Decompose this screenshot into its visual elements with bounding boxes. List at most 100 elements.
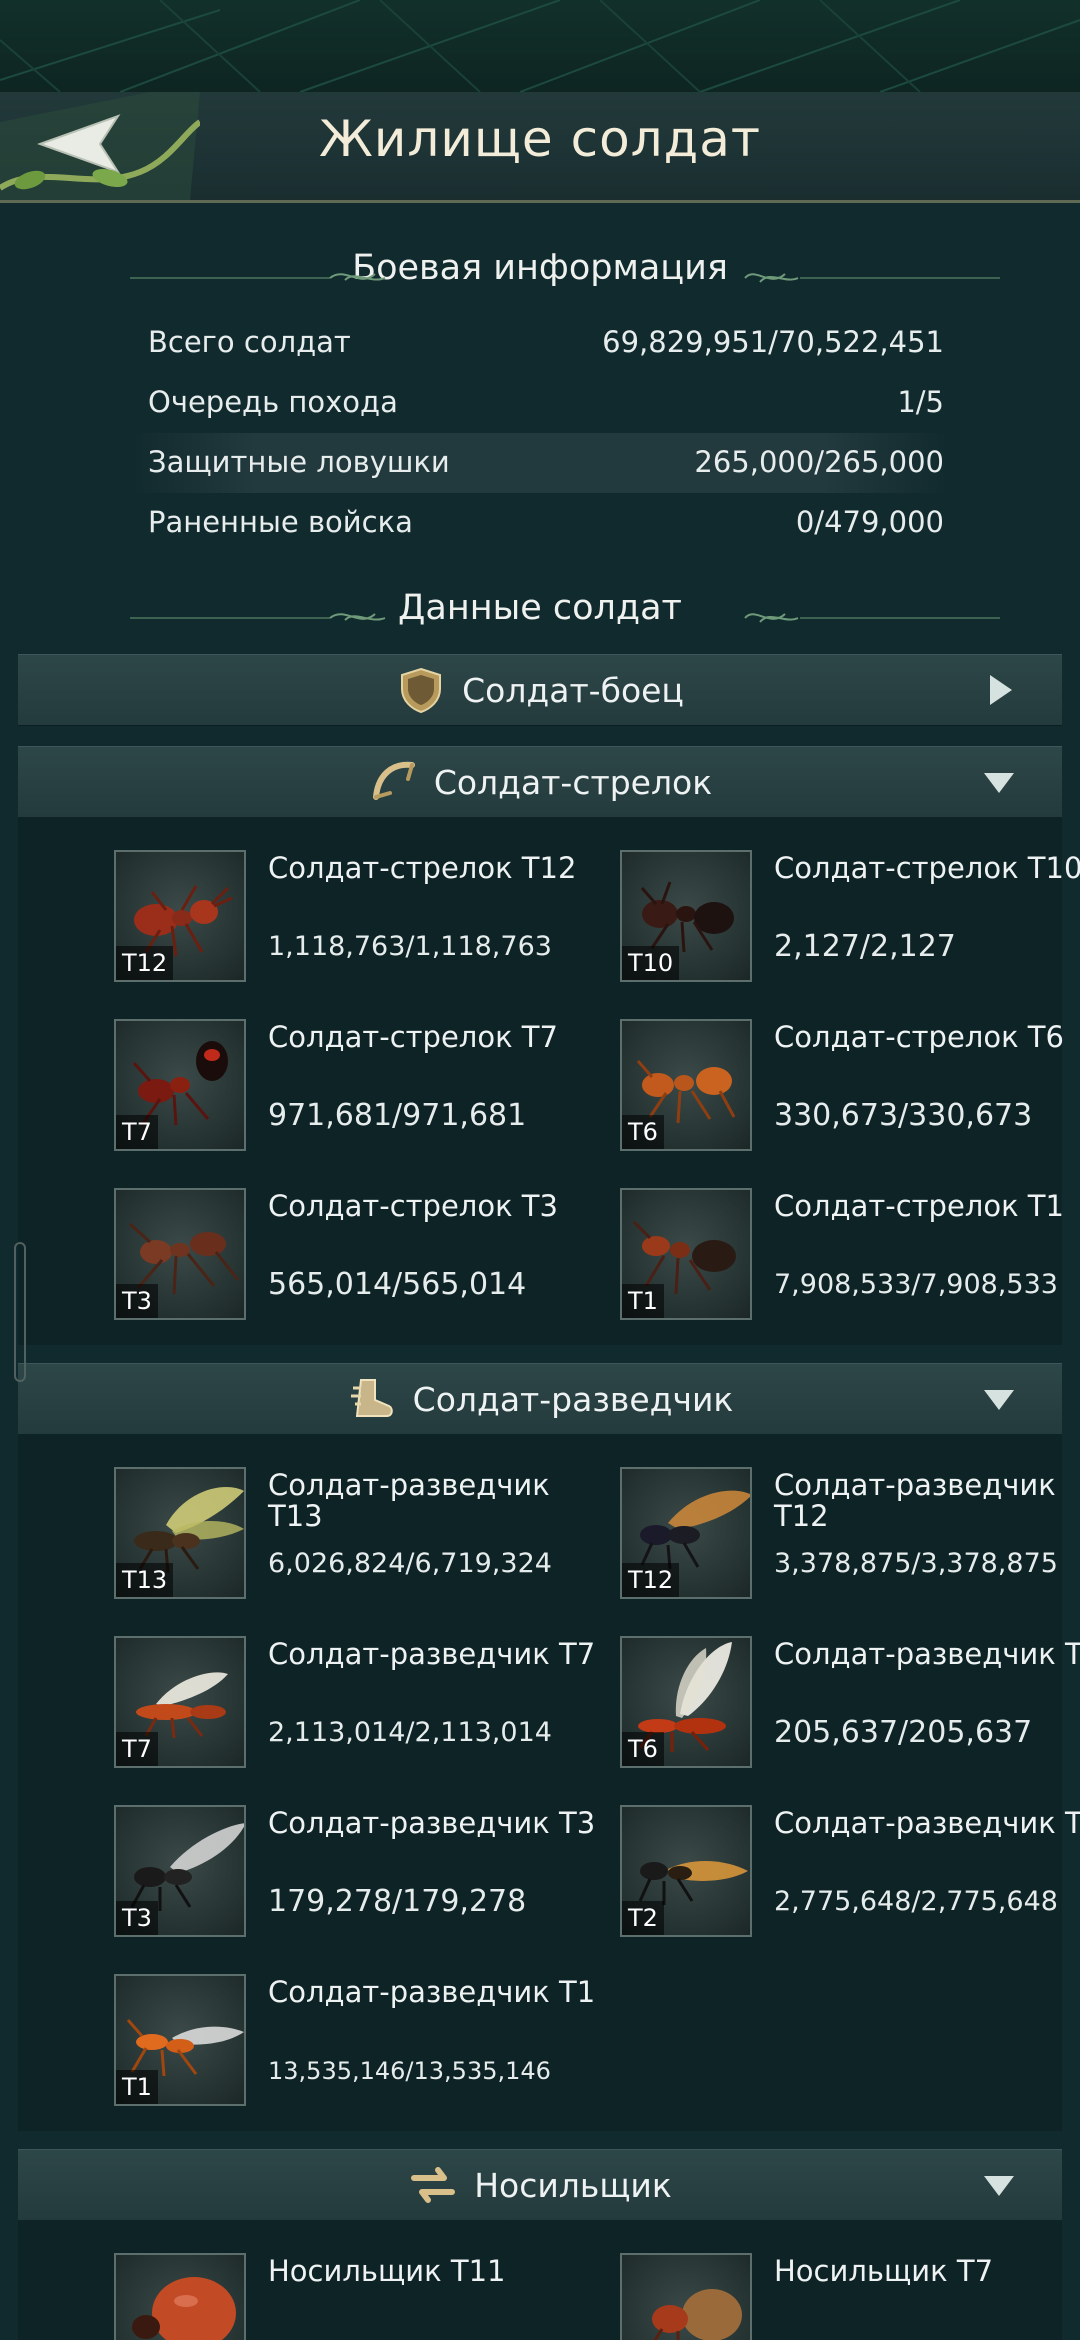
unit-icon-shooter-t7[interactable]: T7: [114, 1019, 246, 1151]
main-content: Боевая информация Всего солдат 69,829,95…: [0, 203, 1080, 2340]
combat-info-heading: Боевая информация: [0, 248, 1080, 288]
info-value: 1/5: [897, 385, 944, 419]
unit-name: Солдат-стрелок T10: [774, 851, 1080, 885]
category-label: Солдат-разведчик: [412, 1379, 734, 1419]
unit-name: Солдат-стрелок T12: [268, 851, 577, 885]
unit-name: Солдат-разведчик T6: [774, 1637, 1080, 1671]
unit-icon-scout-t7[interactable]: T7: [114, 1636, 246, 1768]
unit-name: Носильщик T7: [774, 2254, 994, 2288]
soldier-data-heading: Данные солдат: [0, 588, 1080, 628]
category-bar-fighter[interactable]: Солдат-боец: [18, 654, 1062, 726]
category-bar-shooter[interactable]: Солдат-стрелок: [18, 746, 1062, 818]
unit-count: 2,127/2,127: [774, 929, 956, 964]
shooter-units-panel: T12 Солдат-стрелок T12 1,118,763/1,118,7…: [18, 817, 1080, 1345]
unit-count: 330,673/330,673: [774, 1098, 1033, 1133]
unit-icon-scout-t3[interactable]: T3: [114, 1805, 246, 1937]
right-ornament-icon: [744, 613, 1000, 623]
unit-icon-carrier-t7[interactable]: [620, 2253, 752, 2340]
info-value: 0/479,000: [795, 505, 944, 539]
chevron-down-icon: [984, 773, 1014, 793]
tier-badge: T13: [116, 1563, 174, 1597]
unit-icon-shooter-t1[interactable]: T1: [620, 1188, 752, 1320]
bow-icon: [372, 761, 415, 800]
info-label: Раненные войска: [148, 505, 413, 539]
unit-icon-carrier-t11[interactable]: [114, 2253, 246, 2340]
unit-count: 3,378,875/3,378,875: [774, 1548, 1058, 1579]
tier-badge: T6: [622, 1732, 664, 1766]
unit-icon-shooter-t6[interactable]: T6: [620, 1019, 752, 1151]
unit-count: 7,908,533/7,908,533: [774, 1269, 1058, 1300]
tier-badge: T1: [116, 2070, 158, 2104]
info-row-wounded: Раненные войска 0/479,000: [130, 493, 950, 553]
info-value: 69,829,951/70,522,451: [602, 325, 944, 359]
unit-name: Солдат-разведчик T7: [268, 1637, 596, 1671]
transfer-arrows-icon: [411, 2167, 456, 2203]
unit-count: 13,535,146/13,535,146: [268, 2057, 551, 2085]
unit-name: Носильщик T11: [268, 2254, 506, 2288]
tier-badge: T3: [116, 1284, 158, 1318]
top-decor-band: [0, 0, 1080, 92]
unit-count: 205,637/205,637: [774, 1715, 1033, 1750]
tier-badge: T12: [116, 946, 174, 980]
tier-badge: T2: [622, 1901, 664, 1935]
ant-icon: [652, 2289, 742, 2340]
unit-count: 6,026,824/6,719,324: [268, 1548, 552, 1579]
unit-icon-scout-t12[interactable]: T12: [620, 1467, 752, 1599]
unit-count: 565,014/565,014: [268, 1267, 527, 1302]
unit-icon-scout-t13[interactable]: T13: [114, 1467, 246, 1599]
info-label: Защитные ловушки: [148, 445, 450, 479]
page-title: Жилище солдат: [319, 110, 761, 168]
category-label: Носильщик: [474, 2165, 672, 2205]
tier-badge: T12: [622, 1563, 680, 1597]
unit-icon-shooter-t12[interactable]: T12: [114, 850, 246, 982]
left-ornament-icon: [130, 613, 386, 621]
info-value: 265,000/265,000: [694, 445, 944, 479]
unit-name: Солдат-разведчик T2: [774, 1806, 1080, 1840]
chevron-down-icon: [984, 1390, 1014, 1410]
unit-icon-scout-t6[interactable]: T6: [620, 1636, 752, 1768]
tier-badge: T10: [622, 946, 680, 980]
category-label: Солдат-боец: [462, 670, 684, 710]
unit-name: Солдат-разведчик T3: [268, 1806, 596, 1840]
tier-badge: T6: [622, 1115, 664, 1149]
tier-badge: T7: [116, 1732, 158, 1766]
category-bar-scout[interactable]: Солдат-разведчик: [18, 1363, 1062, 1435]
info-row-total-soldiers: Всего солдат 69,829,951/70,522,451: [130, 313, 950, 373]
unit-icon-scout-t2[interactable]: T2: [620, 1805, 752, 1937]
tier-badge: T3: [116, 1901, 158, 1935]
right-ornament-icon: [744, 273, 1000, 283]
header-bar: Жилище солдат: [0, 92, 1080, 203]
unit-count: 971,681/971,681: [268, 1098, 527, 1133]
info-row-march-queue: Очередь похода 1/5: [130, 373, 950, 433]
unit-name: Солдат-разведчик T12: [774, 1468, 1056, 1533]
unit-count: 2,775,648/2,775,648: [774, 1886, 1058, 1917]
unit-count: 1,118,763/1,118,763: [268, 931, 552, 962]
carrier-units-panel: Носильщик T11 Носильщик T7: [18, 2220, 1062, 2340]
category-label: Солдат-стрелок: [433, 762, 713, 802]
info-label: Всего солдат: [148, 325, 351, 359]
boot-icon: [350, 1379, 393, 1417]
leaf-pattern-decor: [0, 0, 1080, 92]
combat-info-title: Боевая информация: [352, 248, 728, 288]
ant-icon: [132, 2277, 236, 2340]
tier-badge: T7: [116, 1115, 158, 1149]
unit-icon-shooter-t10[interactable]: T10: [620, 850, 752, 982]
tier-badge: T1: [622, 1284, 664, 1318]
unit-name: Солдат-разведчик T13: [268, 1468, 550, 1533]
unit-count: 2,113,014/2,113,014: [268, 1717, 552, 1748]
category-bar-carrier[interactable]: Носильщик: [18, 2149, 1062, 2221]
unit-name: Солдат-стрелок T1: [774, 1189, 1064, 1223]
unit-icon-scout-t1[interactable]: T1: [114, 1974, 246, 2106]
shield-icon: [401, 667, 442, 714]
unit-icon-shooter-t3[interactable]: T3: [114, 1188, 246, 1320]
unit-name: Солдат-стрелок T7: [268, 1020, 558, 1054]
chevron-down-icon: [984, 2176, 1014, 2196]
unit-name: Солдат-стрелок T3: [268, 1189, 558, 1223]
info-row-traps: Защитные ловушки 265,000/265,000: [130, 433, 950, 493]
unit-name: Солдат-разведчик T1: [268, 1975, 596, 2009]
soldier-data-title: Данные солдат: [398, 588, 682, 628]
left-ornament-icon: [130, 273, 386, 281]
scroll-indicator[interactable]: [14, 1242, 26, 1382]
chevron-right-icon: [990, 675, 1012, 705]
scout-units-panel: T13 Солдат-разведчик T13 6,026,824/6,719…: [18, 1434, 1080, 2131]
